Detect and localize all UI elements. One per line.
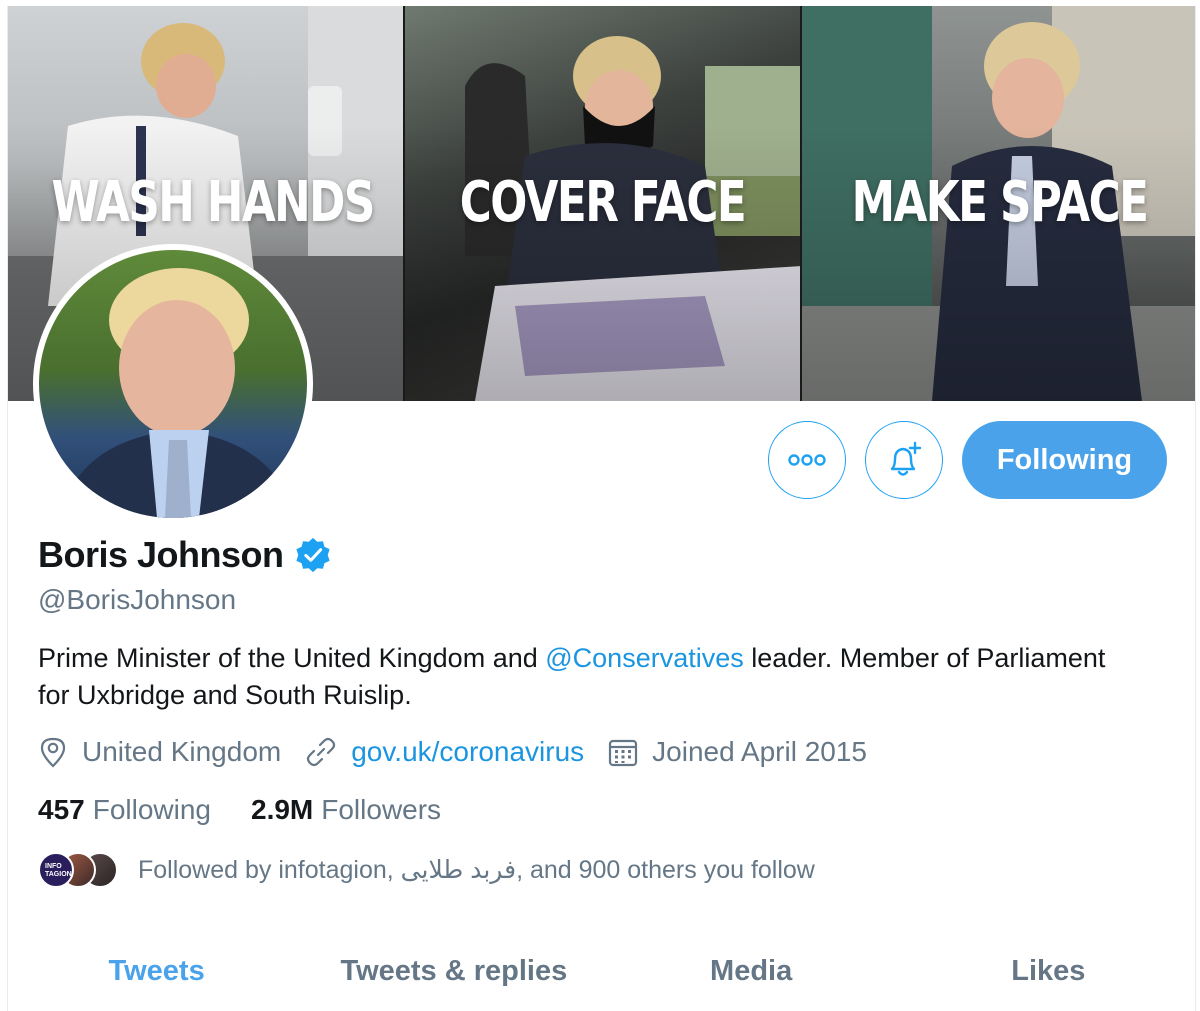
username-handle: @BorisJohnson: [38, 584, 237, 615]
banner-slogan: WASH HANDS: [51, 170, 375, 235]
avatar-photo: [39, 250, 307, 518]
following-count: 457: [38, 794, 85, 825]
follower-avatar-logo-text: INFO TAGION: [45, 863, 72, 878]
link-icon: [307, 737, 336, 767]
follower-avatars: INFO TAGION: [38, 852, 118, 888]
joined-text: Joined April 2015: [652, 736, 867, 767]
tab-media[interactable]: Media: [603, 931, 900, 1011]
followers-count-label: Followers: [321, 794, 442, 825]
display-name: Boris Johnson: [38, 534, 284, 575]
profile-tabs: Tweets Tweets & replies Media Likes: [8, 931, 1195, 1011]
banner-slogan: MAKE SPACE: [851, 170, 1149, 235]
avatar-portrait: [59, 268, 295, 518]
tab-tweets-and-replies[interactable]: Tweets & replies: [305, 931, 602, 1011]
following-button[interactable]: Following: [962, 421, 1167, 499]
banner-panel-cover-face: COVER FACE: [403, 6, 800, 401]
name-row: Boris Johnson: [38, 534, 332, 576]
bio-text-start: Prime Minister of the United Kingdom and: [38, 643, 546, 673]
profile-meta: United Kingdom gov.uk/coronavirus Joined…: [38, 736, 891, 768]
website-link[interactable]: gov.uk/coronavirus: [351, 736, 584, 768]
profile-bio: Prime Minister of the United Kingdom and…: [38, 640, 1138, 714]
followed-by-row[interactable]: INFO TAGION Followed by infotagion, فربد…: [38, 852, 815, 888]
following-count-link[interactable]: 457 Following: [38, 794, 211, 826]
follow-counts: 457 Following 2.9M Followers: [38, 794, 481, 826]
profile-avatar[interactable]: [33, 244, 313, 524]
calendar-icon: [609, 739, 638, 767]
followers-count: 2.9M: [251, 794, 314, 825]
tab-tweets[interactable]: Tweets: [8, 931, 305, 1011]
banner-panel-make-space: MAKE SPACE: [800, 6, 1195, 401]
more-dots-icon: [788, 454, 826, 466]
profile-page: WASH HANDS COVER FACE MAKE SPACE Followi…: [7, 6, 1196, 1011]
website-item: gov.uk/coronavirus: [305, 736, 584, 768]
location-pin-icon: [40, 737, 66, 768]
notifications-button[interactable]: [865, 421, 943, 499]
location-item: United Kingdom: [38, 736, 281, 768]
bio-mention-link[interactable]: @Conservatives: [545, 643, 743, 673]
followed-by-text: Followed by infotagion, فربد طلایی, and …: [138, 856, 815, 884]
joined-item: Joined April 2015: [608, 736, 867, 768]
location-text: United Kingdom: [82, 736, 282, 767]
following-count-label: Following: [92, 794, 211, 825]
banner-slogan: COVER FACE: [459, 170, 747, 235]
tab-likes[interactable]: Likes: [900, 931, 1195, 1011]
follower-avatar: INFO TAGION: [38, 852, 74, 888]
bell-plus-icon: [890, 441, 922, 476]
verified-badge-icon: [295, 537, 330, 573]
followers-count-link[interactable]: 2.9M Followers: [251, 794, 441, 826]
more-options-button[interactable]: [768, 421, 846, 499]
